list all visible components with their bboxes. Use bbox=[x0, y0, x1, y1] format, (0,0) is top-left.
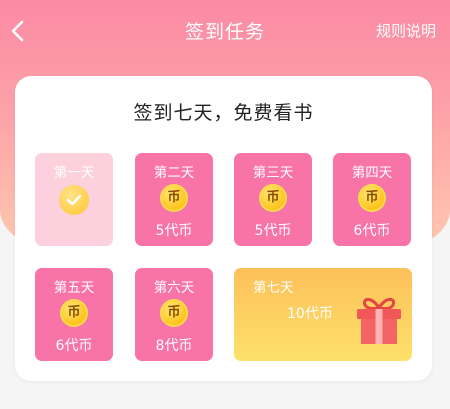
coin-icon: 币 bbox=[60, 299, 88, 327]
day-6-card[interactable]: 第六天 币 8代币 bbox=[135, 268, 213, 361]
coin-icon: 币 bbox=[259, 184, 287, 212]
day-7-card[interactable]: 第七天 10代币 bbox=[234, 268, 412, 361]
day-reward: 8代币 bbox=[155, 338, 193, 354]
check-icon bbox=[59, 185, 89, 215]
day-label: 第一天 bbox=[53, 165, 95, 181]
card-title: 签到七天，免费看书 bbox=[133, 102, 314, 124]
day-reward: 10代币 bbox=[287, 306, 333, 322]
day-reward: 6代币 bbox=[353, 223, 391, 239]
day-label: 第三天 bbox=[252, 165, 294, 181]
day-3-card[interactable]: 第三天 币 5代币 bbox=[234, 153, 312, 246]
rules-link[interactable]: 规则说明 bbox=[376, 20, 436, 41]
day-1-card[interactable]: 第一天 bbox=[35, 153, 113, 246]
coin-icon: 币 bbox=[160, 184, 188, 212]
day-label: 第二天 bbox=[153, 165, 195, 181]
day-4-card[interactable]: 第四天 币 6代币 bbox=[333, 153, 411, 246]
coin-icon: 币 bbox=[358, 184, 386, 212]
gift-icon bbox=[357, 297, 401, 344]
day-reward: 5代币 bbox=[155, 223, 193, 239]
day-label: 第六天 bbox=[153, 280, 195, 296]
nav-bar: 签到任务 规则说明 bbox=[0, 0, 450, 62]
day-label: 第五天 bbox=[53, 280, 95, 296]
day-2-card[interactable]: 第二天 币 5代币 bbox=[135, 153, 213, 246]
day-5-card[interactable]: 第五天 币 6代币 bbox=[35, 268, 113, 361]
day-reward: 6代币 bbox=[55, 338, 93, 354]
day-label: 第四天 bbox=[351, 165, 393, 181]
day-label: 第七天 bbox=[253, 280, 294, 296]
coin-icon: 币 bbox=[160, 299, 188, 327]
signin-card: 签到七天，免费看书 第一天 第二天 币 5代币 第三天 币 5代币 第四天 币 … bbox=[15, 76, 432, 381]
day-reward: 5代币 bbox=[254, 223, 292, 239]
